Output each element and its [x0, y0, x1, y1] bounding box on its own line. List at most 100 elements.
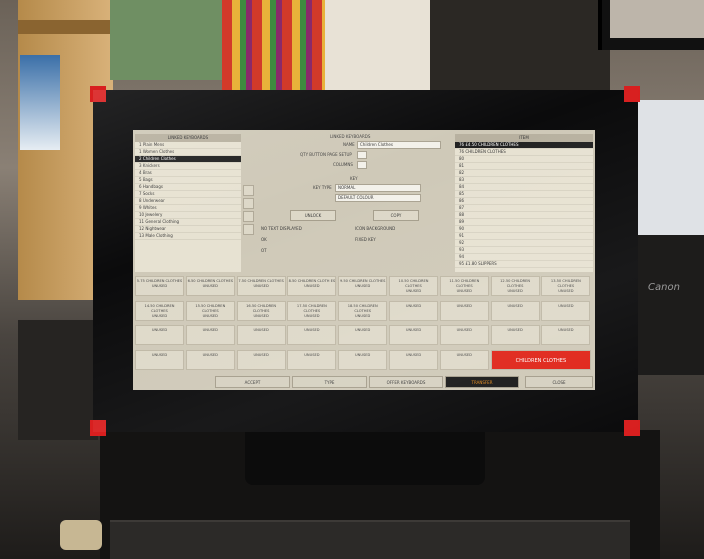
item-item[interactable]: 92 — [455, 240, 593, 247]
price-key-tile[interactable]: UNUSED — [439, 349, 489, 370]
price-key-tile[interactable]: 12.50 CHILDREN CLOTHES UNUSED — [490, 276, 540, 296]
keyboard-item[interactable]: 1 Plain Mens — [135, 142, 241, 149]
price-key-tile[interactable]: 7.50 CHILDREN CLOTHES UNUSED — [236, 276, 286, 296]
item-item[interactable]: 86 — [455, 198, 593, 205]
keyboard-item[interactable]: 11 General Clothing — [135, 219, 241, 226]
item-item[interactable]: 85 — [455, 191, 593, 198]
category-tile[interactable]: CHILDREN CLOTHES — [490, 349, 592, 370]
price-key-tile[interactable]: UNUSED — [389, 325, 438, 345]
icon-background-checkbox[interactable]: ICON BACKGROUND — [355, 226, 395, 231]
price-key-tile[interactable]: UNUSED — [236, 349, 286, 370]
name-field[interactable]: Children Clothes — [357, 141, 441, 149]
tile-sub-label: UNUSED — [456, 303, 472, 308]
up-arrow-button[interactable] — [243, 185, 254, 196]
price-key-tile[interactable]: 11.50 CHILDREN CLOTHES UNUSED — [439, 276, 489, 296]
price-key-tile[interactable]: UNUSED — [338, 325, 388, 345]
price-key-tile[interactable]: UNUSED — [287, 349, 337, 370]
keyboard-item[interactable]: 7 Socks — [135, 191, 241, 198]
tile-label: 18.50 CHILDREN CLOTHES — [347, 303, 378, 313]
item-item[interactable]: 76 CHILDREN CLOTHES — [455, 149, 593, 156]
toolbar-button[interactable]: TRANSFER — [445, 376, 519, 388]
item-item[interactable]: 81 — [455, 163, 593, 170]
keyboard-item[interactable]: 6 Handbags — [135, 184, 241, 191]
toolbar-button[interactable]: OFFER KEYBOARDS — [369, 376, 443, 388]
keyboard-item[interactable]: 5 Bags — [135, 177, 241, 184]
price-key-tile[interactable]: UNUSED — [389, 300, 438, 321]
monitor-stand — [245, 425, 485, 485]
item-item[interactable]: 83 — [455, 177, 593, 184]
tile-label: 17.50 CHILDREN CLOTHES — [296, 303, 327, 313]
printer — [636, 235, 704, 375]
price-key-tile[interactable]: UNUSED — [135, 349, 184, 370]
colour-select[interactable]: DEFAULT COLOUR — [335, 194, 421, 202]
item-item[interactable]: 93 — [455, 247, 593, 254]
keyboard-item[interactable]: 9 Whites — [135, 205, 241, 212]
ok-checkbox[interactable]: OK — [261, 237, 267, 242]
keyboard-item[interactable]: 1 Women Clothes — [135, 149, 241, 156]
toolbar-button[interactable]: CLOSE — [525, 376, 593, 388]
item-item[interactable]: 91 — [455, 233, 593, 240]
item-item[interactable]: 88 — [455, 212, 593, 219]
price-key-tile[interactable]: 5.75 CHILDREN CLOTHES UNUSED — [135, 276, 184, 296]
add-button[interactable] — [243, 211, 254, 222]
price-key-tile[interactable]: 10.50 CHILDREN CLOTHES UNUSED — [389, 276, 438, 296]
no-text-checkbox[interactable]: NO TEXT DISPLAYED — [261, 226, 302, 231]
item-item[interactable]: 87 — [455, 205, 593, 212]
price-key-tile[interactable]: 6.50 CHILDREN CLOTHES UNUSED — [185, 276, 235, 296]
keyboard-item[interactable]: 4 Bras — [135, 170, 241, 177]
item-item[interactable]: 84 — [455, 184, 593, 191]
bottom-toolbar: ACCEPT TYPE OFFER KEYBOARDS TRANSFER CLOSE — [135, 376, 593, 388]
unlock-button[interactable]: UNLOCK — [290, 210, 336, 221]
price-key-tile[interactable]: 8.50 CHILDREN CLOTH ES UNUSED — [287, 276, 337, 296]
delete-button[interactable] — [243, 224, 254, 235]
tile-label: 12.50 CHILDREN CLOTHES — [500, 279, 531, 288]
tile-sub-label: UNUSED — [253, 352, 269, 357]
keyboard-item[interactable]: 2 Children Clothes — [135, 156, 241, 163]
key-type-select[interactable]: NORMAL — [335, 184, 421, 192]
price-key-tile[interactable]: UNUSED — [287, 325, 337, 345]
price-key-tile[interactable]: 13.50 CHILDREN CLOTHES UNUSED — [541, 276, 591, 296]
price-key-tile[interactable]: UNUSED — [439, 325, 489, 345]
item-panel: ITEM 76 £4.50 CHILDREN CLOTHES 76 CHILDRE… — [455, 134, 593, 272]
item-item[interactable]: 76 £4.50 CHILDREN CLOTHES — [455, 142, 593, 149]
copy-button[interactable]: COPY — [373, 210, 419, 221]
keyboard-item[interactable]: 13 Male Clothing — [135, 233, 241, 240]
item-item[interactable]: 80 — [455, 156, 593, 163]
keyboard-item[interactable]: 10 Jewelery — [135, 212, 241, 219]
item-item[interactable]: 89 — [455, 219, 593, 226]
price-key-tile[interactable]: 15.50 CHILDREN CLOTHES UNUSED — [185, 300, 235, 321]
item-item[interactable]: 82 — [455, 170, 593, 177]
price-key-tile[interactable]: UNUSED — [490, 300, 540, 321]
item-item[interactable]: 95 £1.80 SLIPPERS — [455, 261, 593, 268]
price-key-tile[interactable]: 14.50 CHILDREN CLOTHES UNUSED — [135, 300, 184, 321]
price-key-tile[interactable]: UNUSED — [541, 300, 591, 321]
price-key-tile[interactable]: UNUSED — [439, 300, 489, 321]
ot-checkbox[interactable]: OT — [261, 248, 267, 253]
price-key-tile[interactable]: 17.50 CHILDREN CLOTHES UNUSED — [287, 300, 337, 321]
fixed-key-checkbox[interactable]: FIXED KEY — [355, 237, 376, 242]
price-key-tile[interactable]: UNUSED — [338, 349, 388, 370]
price-key-tile[interactable]: UNUSED — [389, 349, 438, 370]
keyboard-item[interactable]: 8 Underwear — [135, 198, 241, 205]
poster — [20, 55, 60, 150]
item-item[interactable]: 90 — [455, 226, 593, 233]
columns-field[interactable] — [357, 161, 367, 169]
price-key-tile[interactable]: 16.50 CHILDREN CLOTHES UNUSED — [236, 300, 286, 321]
toolbar-button[interactable]: ACCEPT — [215, 376, 290, 388]
price-key-tile[interactable]: 18.50 CHILDREN CLOTHES UNUSED — [338, 300, 388, 321]
keyboard-item[interactable]: 3 Knickers — [135, 163, 241, 170]
keyboard-item[interactable]: 12 Nightwear — [135, 226, 241, 233]
price-key-tile[interactable]: UNUSED — [490, 325, 540, 345]
price-key-tile[interactable]: UNUSED — [185, 325, 235, 345]
price-key-tile[interactable]: UNUSED — [541, 325, 591, 345]
price-key-tile[interactable]: UNUSED — [236, 325, 286, 345]
keyboard-list: 1 Plain Mens 1 Women Clothes 2 Children Cl… — [135, 142, 241, 240]
toolbar-button[interactable]: TYPE — [292, 376, 367, 388]
price-key-tile[interactable]: UNUSED — [185, 349, 235, 370]
price-key-tile[interactable]: UNUSED — [135, 325, 184, 345]
price-key-tile[interactable]: 9.50 CHILDREN CLOTHES UNUSED — [338, 276, 388, 296]
qty-field[interactable] — [357, 151, 367, 159]
item-item[interactable]: 94 — [455, 254, 593, 261]
qty-label: QTY BUTTON PAGE SETUP — [300, 152, 352, 157]
edit-button[interactable] — [243, 198, 254, 209]
